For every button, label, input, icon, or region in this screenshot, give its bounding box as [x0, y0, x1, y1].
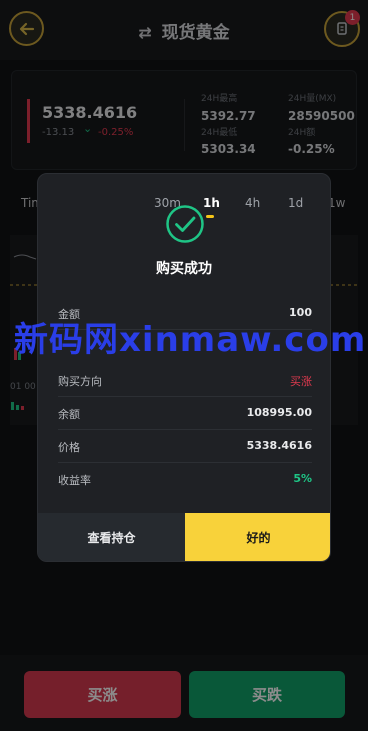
tab-1h[interactable]: 1h: [203, 196, 220, 210]
row-label: 价格: [58, 441, 80, 454]
row-value: 5338.4616: [246, 439, 312, 452]
success-check-icon: [166, 205, 204, 243]
modal-footer: 查看持仓 好的: [38, 513, 330, 561]
row-value: 5%: [293, 472, 312, 485]
detail-row-balance: 余额 108995.00: [58, 396, 312, 430]
detail-row-direction: 购买方向 买涨: [58, 363, 312, 397]
row-label: 购买方向: [58, 375, 102, 388]
row-label: 余额: [58, 408, 80, 421]
tab-1d[interactable]: 1d: [288, 196, 303, 210]
modal-title: 购买成功: [156, 261, 212, 277]
row-value: 买涨: [290, 375, 312, 388]
active-tab-indicator: [206, 215, 214, 218]
detail-row-yield: 收益率 5%: [58, 462, 312, 496]
view-positions-button[interactable]: 查看持仓: [38, 513, 185, 561]
row-label: 收益率: [58, 474, 91, 487]
row-value: 108995.00: [246, 406, 312, 419]
watermark-text: 新码网xinmaw.com: [14, 320, 367, 360]
detail-row-price: 价格 5338.4616: [58, 429, 312, 463]
purchase-success-modal: 30m 1h 4h 1d 购买成功 金额 100 购买方向 买涨 余额 1089…: [37, 173, 331, 562]
tab-4h[interactable]: 4h: [245, 196, 260, 210]
ok-button[interactable]: 好的: [185, 513, 330, 561]
